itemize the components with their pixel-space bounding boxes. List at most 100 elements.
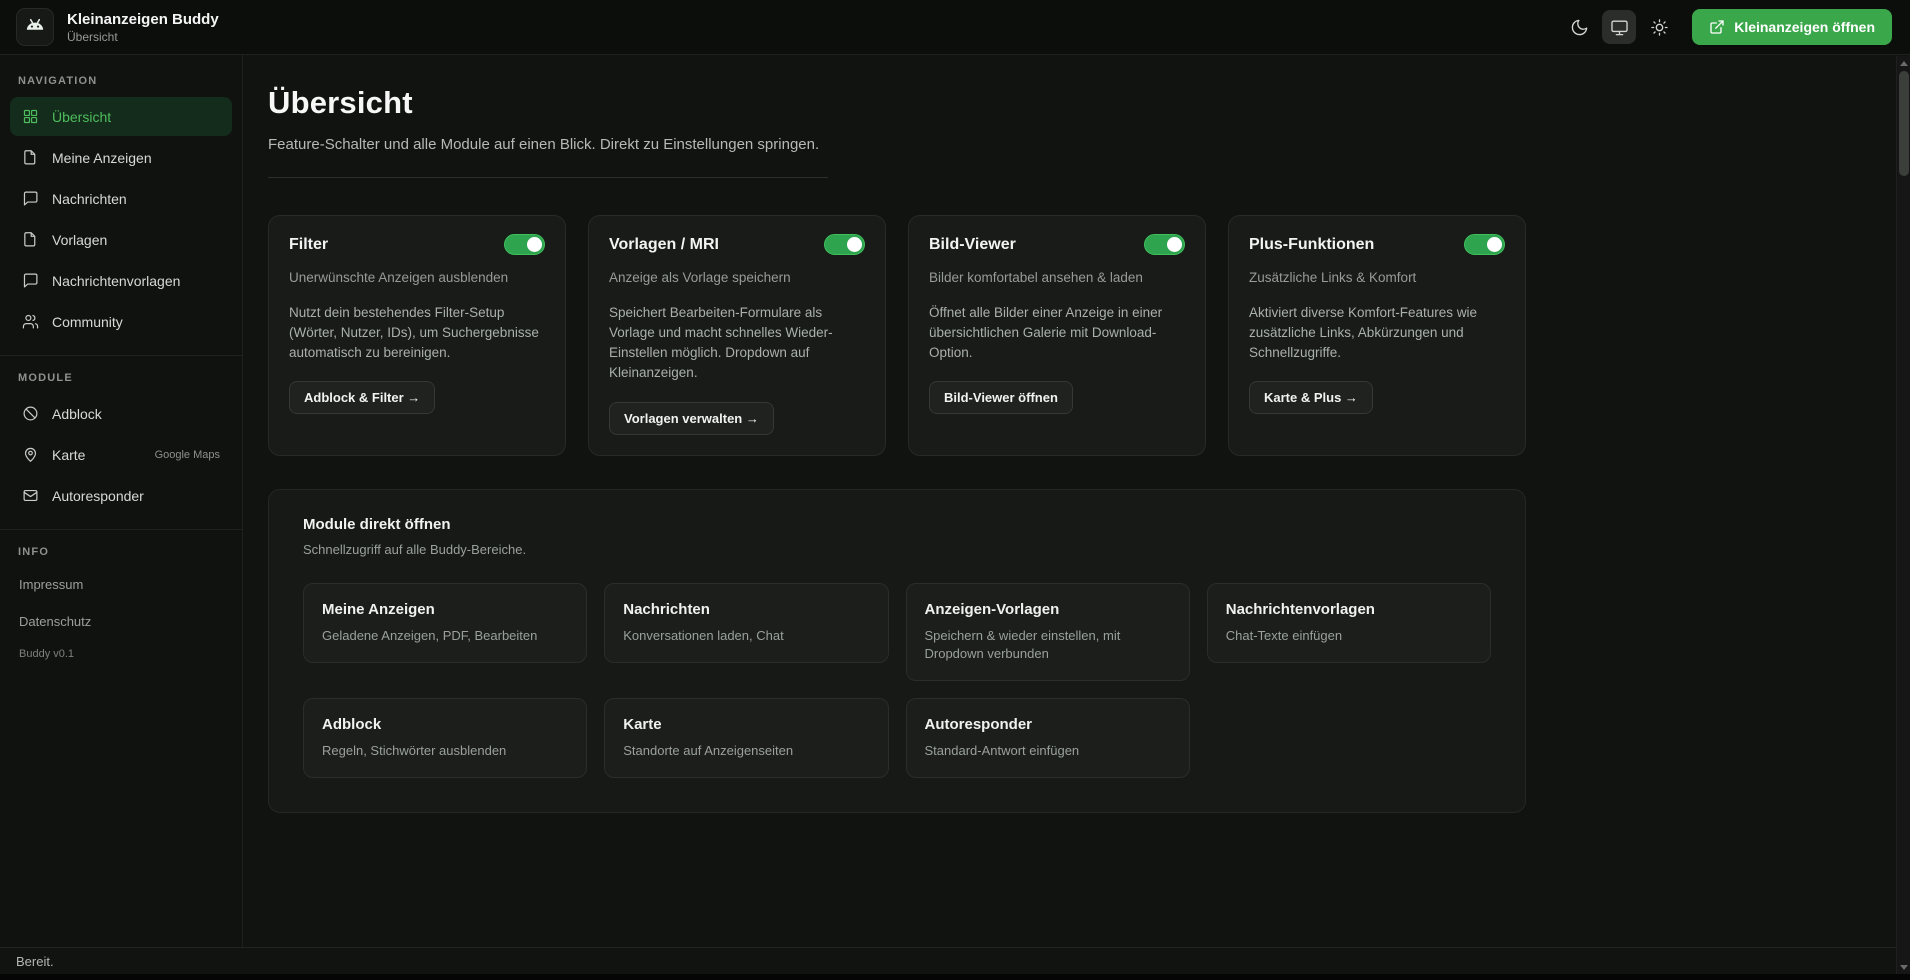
toggle-knob (527, 237, 542, 252)
chat-icon (22, 190, 39, 207)
bild-viewer-oeffnen-button[interactable]: Bild-Viewer öffnen (929, 381, 1073, 414)
sidebar-section-module: MODULE Adblock Karte (0, 355, 242, 517)
sidebar-item-community[interactable]: Community (10, 302, 232, 341)
karte-provider-label: Google Maps (155, 449, 220, 461)
card-bild-viewer: Bild-Viewer Bilder komfortabel ansehen &… (908, 215, 1206, 456)
sidebar-item-uebersicht[interactable]: Übersicht (10, 97, 232, 136)
info-section-label: INFO (0, 534, 242, 566)
sun-icon (1650, 18, 1669, 37)
tile-title: Autoresponder (925, 716, 1171, 733)
app-header: Kleinanzeigen Buddy Übersicht (0, 0, 1910, 55)
open-button-label: Kleinanzeigen öffnen (1734, 19, 1875, 35)
filter-toggle[interactable] (504, 234, 545, 255)
sidebar-item-label: Nachrichtenvorlagen (52, 273, 180, 289)
tile-title: Meine Anzeigen (322, 601, 568, 618)
header-titles: Kleinanzeigen Buddy Übersicht (67, 11, 219, 44)
card-description: Speichert Bearbeiten-Formulare als Vorla… (609, 303, 865, 384)
module-section-label: MODULE (0, 360, 242, 392)
android-robot-icon (22, 14, 48, 40)
card-description: Öffnet alle Bilder einer Anzeige in eine… (929, 303, 1185, 364)
sidebar-item-autoresponder[interactable]: Autoresponder (10, 476, 232, 515)
tile-title: Karte (623, 716, 869, 733)
adblock-filter-button[interactable]: Adblock & Filter → (289, 381, 435, 414)
scrollbar-thumb[interactable] (1899, 71, 1909, 176)
tile-nachrichtenvorlagen[interactable]: Nachrichtenvorlagen Chat-Texte einfügen (1207, 583, 1491, 663)
tile-subtitle: Speichern & wieder einstellen, mit Dropd… (925, 627, 1171, 663)
toggle-knob (1487, 237, 1502, 252)
app-logo (16, 8, 54, 46)
theme-system-button[interactable] (1602, 10, 1636, 44)
card-subtitle: Unerwünschte Anzeigen ausblenden (289, 268, 545, 288)
main-content: Übersicht Feature-Schalter und alle Modu… (243, 55, 1910, 947)
card-subtitle: Bilder komfortabel ansehen & laden (929, 268, 1185, 288)
datenschutz-link[interactable]: Datenschutz (0, 603, 242, 640)
map-pin-icon (22, 446, 39, 463)
sidebar-item-label: Meine Anzeigen (52, 150, 152, 166)
app-subtitle: Übersicht (67, 30, 219, 44)
chat-icon (22, 272, 39, 289)
sidebar-item-vorlagen[interactable]: Vorlagen (10, 220, 232, 259)
karte-plus-button[interactable]: Karte & Plus → (1249, 381, 1373, 414)
vorlagen-verwalten-button[interactable]: Vorlagen verwalten → (609, 402, 774, 435)
sidebar-item-nachrichtenvorlagen[interactable]: Nachrichtenvorlagen (10, 261, 232, 300)
file-icon (22, 231, 39, 248)
tile-subtitle: Standard-Antwort einfügen (925, 742, 1171, 760)
tile-title: Anzeigen-Vorlagen (925, 601, 1171, 618)
tile-subtitle: Geladene Anzeigen, PDF, Bearbeiten (322, 627, 568, 645)
sidebar-section-info: INFO Impressum Datenschutz Buddy v0.1 (0, 529, 242, 668)
bild-viewer-toggle[interactable] (1144, 234, 1185, 255)
sidebar-section-navigation: NAVIGATION Übersicht Meine An (0, 63, 242, 343)
tile-autoresponder[interactable]: Autoresponder Standard-Antwort einfügen (906, 698, 1190, 778)
card-subtitle: Anzeige als Vorlage speichern (609, 268, 865, 288)
sidebar-item-adblock[interactable]: Adblock (10, 394, 232, 433)
panel-subtitle: Schnellzugriff auf alle Buddy-Bereiche. (303, 542, 1491, 557)
status-bar: Bereit. (0, 947, 1910, 974)
card-title: Bild-Viewer (929, 236, 1016, 254)
tile-title: Nachrichtenvorlagen (1226, 601, 1472, 618)
card-vorlagen-mri: Vorlagen / MRI Anzeige als Vorlage speic… (588, 215, 886, 456)
open-kleinanzeigen-button[interactable]: Kleinanzeigen öffnen (1692, 9, 1892, 45)
scrollbar-down-arrow[interactable] (1897, 960, 1910, 974)
tile-title: Nachrichten (623, 601, 869, 618)
monitor-icon (1610, 18, 1629, 37)
sidebar-item-label: Übersicht (52, 109, 111, 125)
scrollbar-up-arrow[interactable] (1897, 56, 1910, 70)
sidebar-item-meine-anzeigen[interactable]: Meine Anzeigen (10, 138, 232, 177)
card-title: Plus-Funktionen (1249, 236, 1374, 254)
sidebar: NAVIGATION Übersicht Meine An (0, 55, 243, 947)
theme-light-button[interactable] (1642, 10, 1676, 44)
tile-anzeigen-vorlagen[interactable]: Anzeigen-Vorlagen Speichern & wieder ein… (906, 583, 1190, 681)
tile-subtitle: Standorte auf Anzeigenseiten (623, 742, 869, 760)
toggle-knob (1167, 237, 1182, 252)
module-quick-open-panel: Module direkt öffnen Schnellzugriff auf … (268, 489, 1526, 814)
tile-adblock[interactable]: Adblock Regeln, Stichwörter ausblenden (303, 698, 587, 778)
module-tiles: Meine Anzeigen Geladene Anzeigen, PDF, B… (303, 583, 1491, 779)
sidebar-item-label: Adblock (52, 406, 102, 422)
tile-subtitle: Chat-Texte einfügen (1226, 627, 1472, 645)
tile-subtitle: Regeln, Stichwörter ausblenden (322, 742, 568, 760)
tile-title: Adblock (322, 716, 568, 733)
grid-icon (22, 108, 39, 125)
card-title: Filter (289, 236, 328, 254)
vorlagen-toggle[interactable] (824, 234, 865, 255)
tile-meine-anzeigen[interactable]: Meine Anzeigen Geladene Anzeigen, PDF, B… (303, 583, 587, 663)
toggle-knob (847, 237, 862, 252)
tile-karte[interactable]: Karte Standorte auf Anzeigenseiten (604, 698, 888, 778)
plus-funktionen-toggle[interactable] (1464, 234, 1505, 255)
divider (268, 177, 828, 178)
sidebar-item-label: Autoresponder (52, 488, 144, 504)
version-label: Buddy v0.1 (0, 640, 242, 668)
impressum-link[interactable]: Impressum (0, 566, 242, 603)
mail-icon (22, 487, 39, 504)
scrollbar[interactable] (1896, 56, 1910, 974)
tile-nachrichten[interactable]: Nachrichten Konversationen laden, Chat (604, 583, 888, 663)
panel-title: Module direkt öffnen (303, 516, 1491, 533)
sidebar-item-karte[interactable]: Karte Google Maps (10, 435, 232, 474)
card-description: Aktiviert diverse Komfort-Features wie z… (1249, 303, 1505, 364)
tile-subtitle: Konversationen laden, Chat (623, 627, 869, 645)
page-subtitle: Feature-Schalter und alle Module auf ein… (268, 136, 1526, 153)
sidebar-item-nachrichten[interactable]: Nachrichten (10, 179, 232, 218)
card-filter: Filter Unerwünschte Anzeigen ausblenden … (268, 215, 566, 456)
header-actions: Kleinanzeigen öffnen (1562, 9, 1892, 45)
theme-dark-button[interactable] (1562, 10, 1596, 44)
